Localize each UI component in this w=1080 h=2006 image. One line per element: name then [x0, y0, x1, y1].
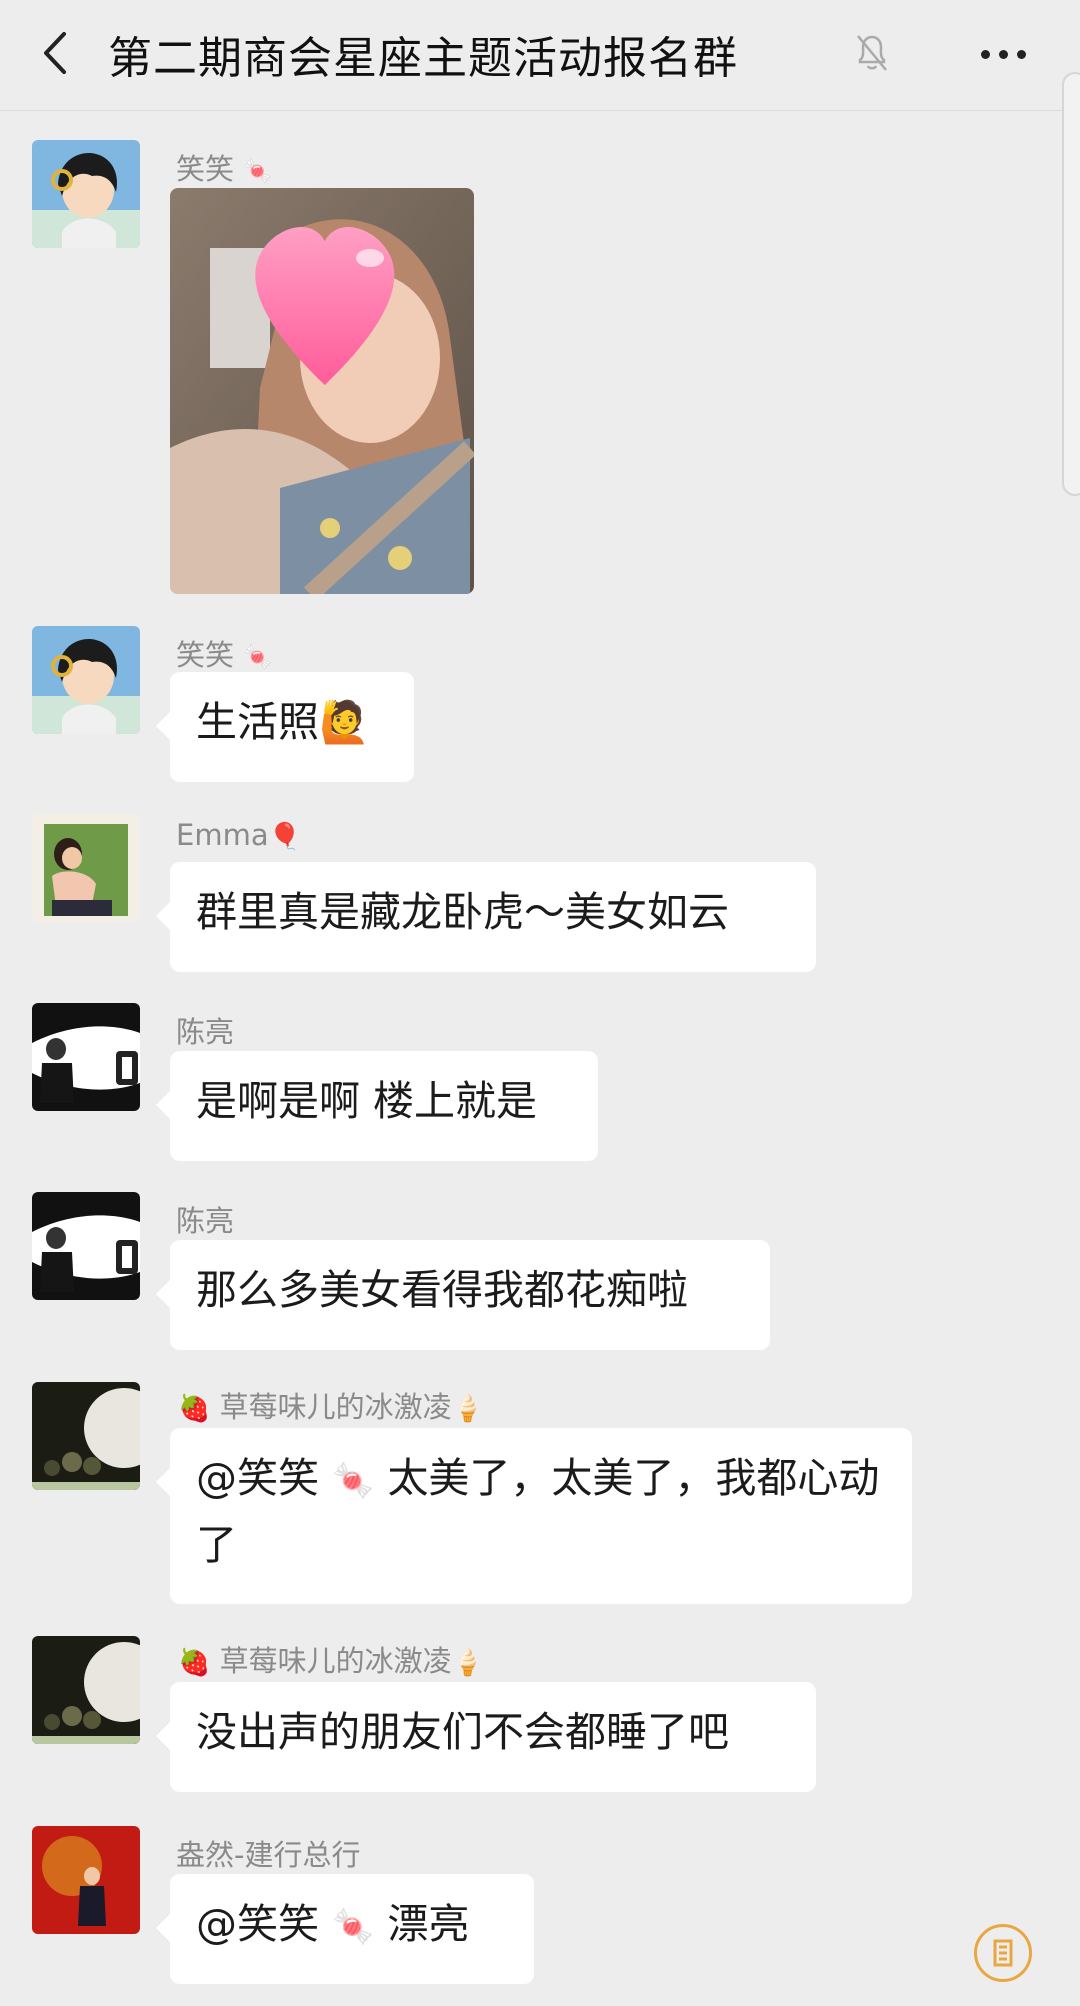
candy-emoji-icon: 🍬 [243, 157, 274, 185]
message-bubble[interactable]: 那么多美女看得我都花痴啦 [156, 1240, 770, 1350]
mention[interactable]: @笑笑 [196, 1900, 319, 1948]
strawberry-emoji-icon: 🍓 [178, 1394, 211, 1424]
strawberry-emoji-icon: 🍓 [178, 1648, 211, 1678]
chat-header: 第二期商会星座主题活动报名群 [0, 0, 1080, 111]
avatar[interactable] [32, 1382, 140, 1490]
sender-name: 陈亮 [176, 1204, 235, 1238]
sender-name: 🍓 草莓味儿的冰激凌🍦 [178, 1390, 484, 1424]
photo-message[interactable] [170, 188, 474, 594]
candy-emoji-icon: 🍬 [332, 1461, 375, 1501]
avatar[interactable] [32, 1826, 140, 1934]
person-raising-hand-emoji-icon: 🙋 [319, 698, 371, 746]
message-bubble[interactable]: 没出声的朋友们不会都睡了吧 [156, 1682, 816, 1792]
back-button[interactable] [36, 28, 76, 78]
scrollbar-handle[interactable] [1062, 72, 1080, 496]
red-balloon-emoji-icon: 🎈 [268, 822, 301, 852]
chat-title: 第二期商会星座主题活动报名群 [108, 33, 738, 84]
avatar[interactable] [32, 1192, 140, 1300]
message-bubble[interactable]: 群里真是藏龙卧虎～美女如云 [156, 862, 816, 972]
sender-name: 🍓 草莓味儿的冰激凌🍦 [178, 1644, 484, 1678]
mention[interactable]: @笑笑 [196, 1454, 319, 1502]
sender-name: 笑笑 🍬 [176, 638, 274, 672]
ice-cream-emoji-icon: 🍦 [451, 1648, 484, 1678]
avatar[interactable] [32, 814, 140, 922]
candy-emoji-icon: 🍬 [243, 643, 274, 671]
sender-name: 盎然-建行总行 [176, 1838, 361, 1872]
avatar[interactable] [32, 626, 140, 734]
chevron-left-icon [44, 32, 66, 74]
more-options-button[interactable] [975, 28, 1035, 78]
sender-name: 陈亮 [176, 1015, 235, 1049]
watermark-logo [974, 1924, 1032, 1982]
sender-name: 笑笑 🍬 [176, 152, 274, 186]
message-bubble[interactable]: @笑笑 🍬 太美了，太美了，我都心动了 [156, 1428, 912, 1604]
avatar[interactable] [32, 1003, 140, 1111]
message-bubble[interactable]: @笑笑 🍬 漂亮 [156, 1874, 534, 1984]
avatar[interactable] [32, 140, 140, 248]
message-bubble[interactable]: 生活照🙋 [156, 672, 414, 782]
avatar[interactable] [32, 1636, 140, 1744]
muted-bell-icon [852, 30, 892, 74]
ice-cream-emoji-icon: 🍦 [451, 1394, 484, 1424]
message-bubble[interactable]: 是啊是啊 楼上就是 [156, 1051, 598, 1161]
candy-emoji-icon: 🍬 [332, 1907, 375, 1947]
sender-name: Emma🎈 [176, 818, 301, 852]
